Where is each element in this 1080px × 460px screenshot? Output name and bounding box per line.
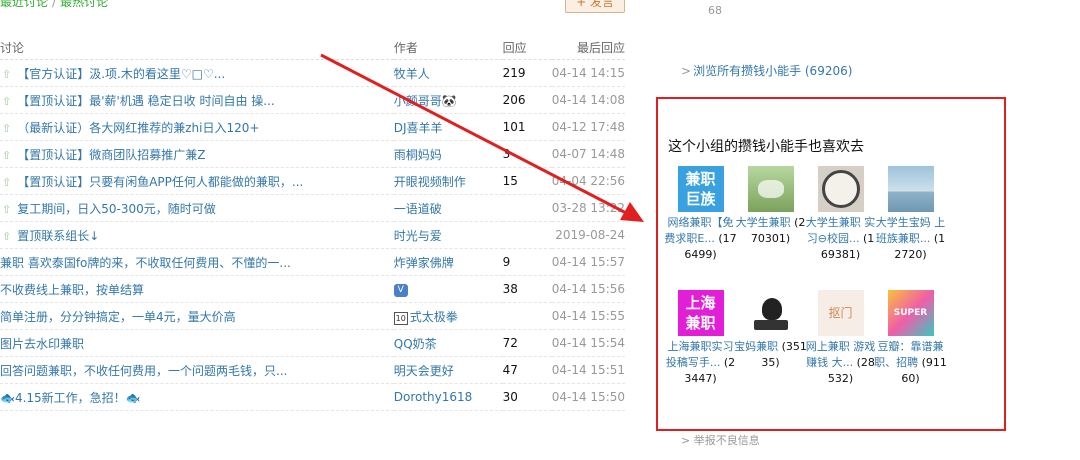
annotation-arrow-icon	[320, 53, 644, 222]
